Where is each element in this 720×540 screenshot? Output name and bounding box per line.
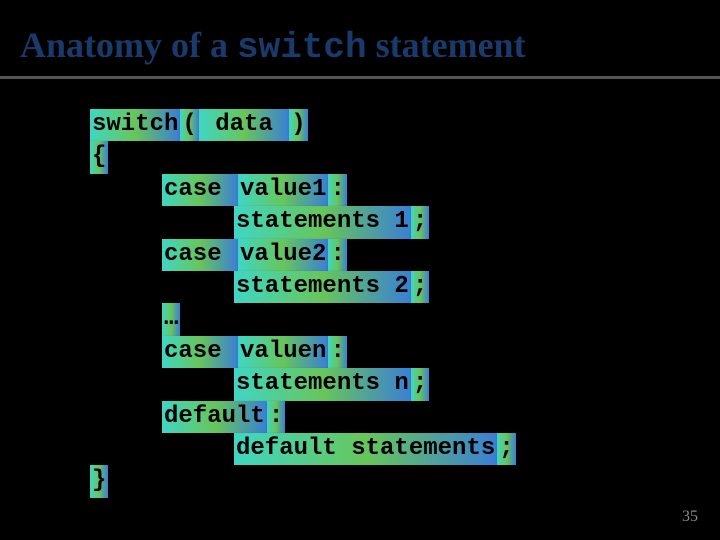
page-number: 35 <box>682 508 698 526</box>
token-value1: value1 <box>238 174 328 206</box>
brace-open: { <box>90 141 108 173</box>
code-line-stmtn: statements n; <box>90 368 720 400</box>
code-line-stmt1: statements 1; <box>90 206 720 238</box>
code-line-default: default: <box>90 401 720 433</box>
token-valuen: valuen <box>238 336 328 368</box>
keyword-switch: switch <box>90 109 180 141</box>
code-line-casen: case valuen: <box>90 336 720 368</box>
colon: : <box>328 336 346 368</box>
colon: : <box>328 174 346 206</box>
semicolon: ; <box>411 206 429 238</box>
code-block: switch( data ) { case value1: statements… <box>0 79 720 498</box>
keyword-case: case <box>162 174 238 206</box>
token-value2: value2 <box>238 239 328 271</box>
code-line-switch: switch( data ) <box>90 109 720 141</box>
token-default-statements: default statements <box>234 433 497 465</box>
slide-title: Anatomy of a switch statement <box>0 0 720 72</box>
semicolon: ; <box>411 271 429 303</box>
keyword-case: case <box>162 239 238 271</box>
paren-open: ( <box>180 109 198 141</box>
semicolon: ; <box>411 368 429 400</box>
code-line-lbrace: { <box>90 141 720 173</box>
token-statements2: statements 2 <box>234 271 411 303</box>
keyword-default: default <box>162 401 267 433</box>
code-line-ellipsis: … <box>90 303 720 335</box>
title-prefix: Anatomy of a <box>20 25 237 65</box>
token-statements1: statements 1 <box>234 206 411 238</box>
colon: : <box>267 401 285 433</box>
code-line-case2: case value2: <box>90 239 720 271</box>
ellipsis: … <box>162 303 180 335</box>
brace-close: } <box>90 465 108 497</box>
code-line-default-stmt: default statements; <box>90 433 720 465</box>
title-suffix: statement <box>367 25 526 65</box>
keyword-case: case <box>162 336 238 368</box>
semicolon: ; <box>497 433 515 465</box>
code-line-stmt2: statements 2; <box>90 271 720 303</box>
paren-close: ) <box>289 109 307 141</box>
title-mono: switch <box>237 27 367 68</box>
token-statementsn: statements n <box>234 368 411 400</box>
colon: : <box>328 239 346 271</box>
code-line-rbrace: } <box>90 465 720 497</box>
code-line-case1: case value1: <box>90 174 720 206</box>
token-data: data <box>199 109 289 141</box>
